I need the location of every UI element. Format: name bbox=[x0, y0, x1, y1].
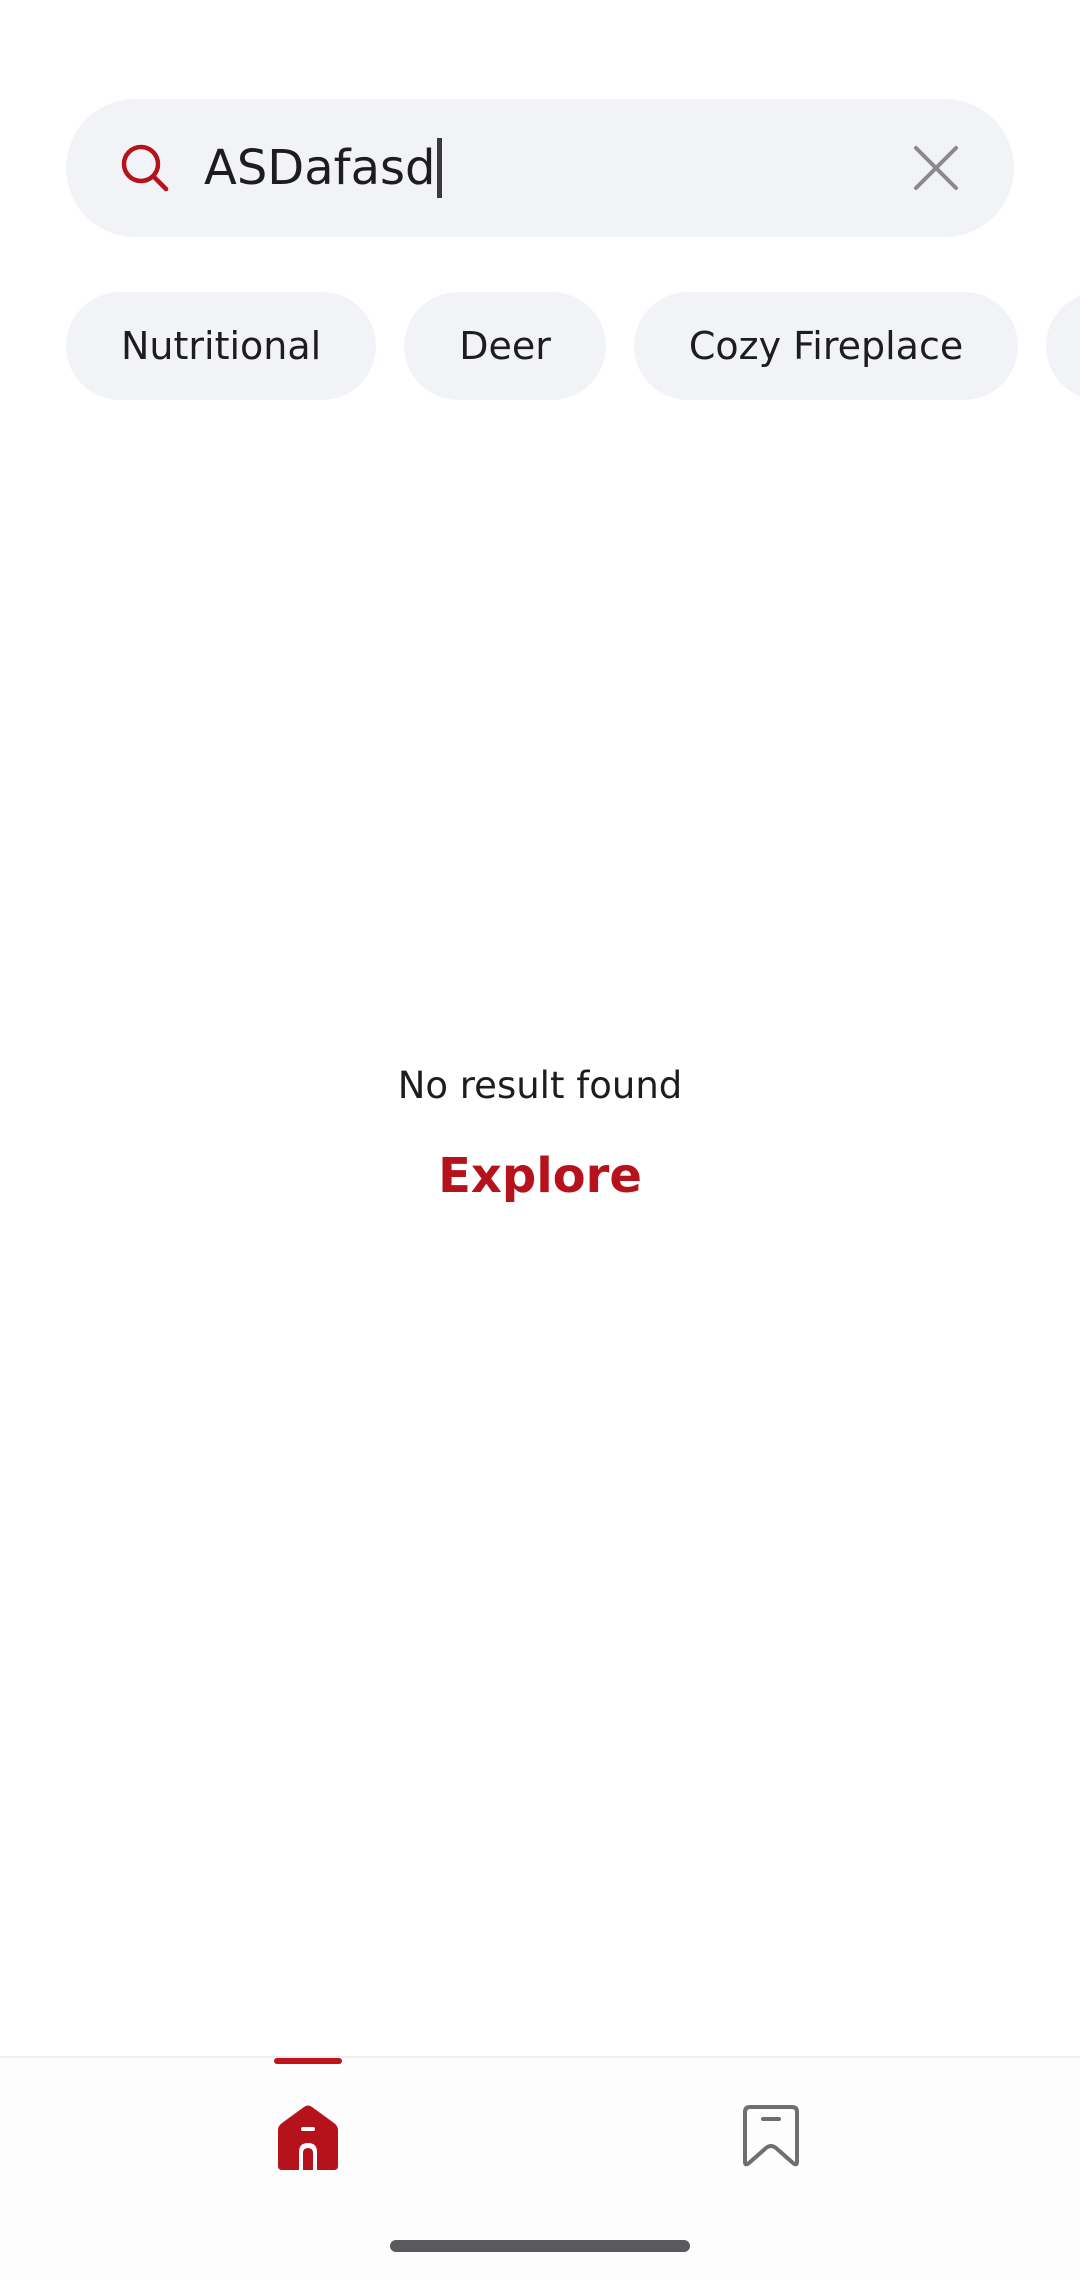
close-icon[interactable] bbox=[910, 142, 962, 194]
text-caret bbox=[437, 138, 443, 198]
suggestion-chips: NutritionalDeerCozy FireplaceT bbox=[66, 292, 1080, 400]
explore-link[interactable]: Explore bbox=[0, 1148, 1080, 1204]
search-input[interactable]: ASDafasd bbox=[204, 133, 443, 203]
active-tab-indicator bbox=[274, 2058, 342, 2064]
search-input-value: ASDafasd bbox=[204, 140, 436, 196]
chip-truncated[interactable]: T bbox=[1046, 292, 1080, 400]
chip-cozy-fireplace[interactable]: Cozy Fireplace bbox=[633, 292, 1019, 400]
chip-nutritional[interactable]: Nutritional bbox=[66, 292, 377, 400]
search-icon bbox=[121, 144, 169, 192]
chip-deer[interactable]: Deer bbox=[404, 292, 606, 400]
system-home-indicator[interactable] bbox=[390, 2240, 690, 2252]
search-screen: ASDafasd NutritionalDeerCozy FireplaceT … bbox=[0, 0, 1080, 2280]
empty-state-message: No result found bbox=[397, 1064, 683, 1107]
search-bar[interactable]: ASDafasd bbox=[66, 99, 1014, 237]
home-icon[interactable] bbox=[274, 2104, 342, 2170]
bookmark-icon[interactable] bbox=[742, 2104, 800, 2168]
